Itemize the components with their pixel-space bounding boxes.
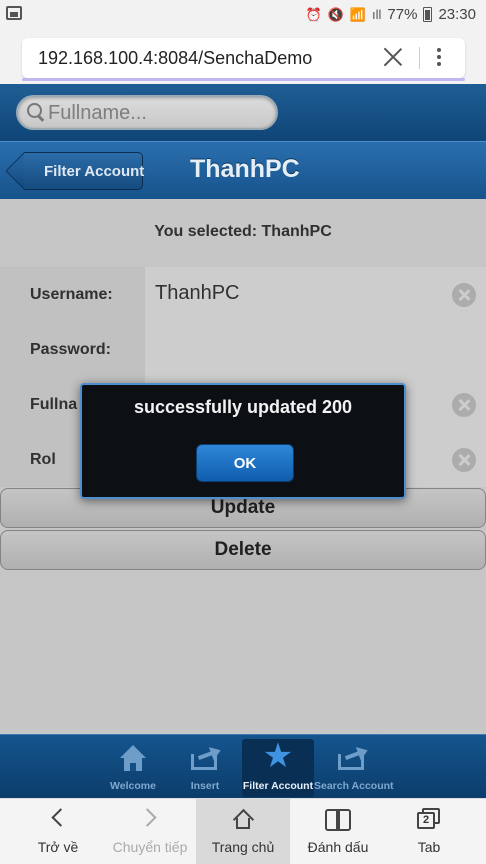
- signal-icon: ıll: [372, 7, 382, 22]
- tabs-icon: 2: [417, 808, 441, 830]
- close-icon[interactable]: [380, 44, 406, 70]
- alert-dialog: successfully updated 200 OK: [80, 383, 406, 499]
- home-icon: [118, 745, 148, 773]
- tab-label: Filter Account: [242, 780, 314, 792]
- home-icon: [232, 809, 254, 829]
- search-toolbar: [0, 84, 486, 141]
- image-notification-icon: [6, 6, 22, 20]
- alarm-icon: ⏰: [305, 6, 322, 22]
- battery-icon: [423, 7, 433, 22]
- status-bar: ⏰ 🔇 📶 ıll 77% 23:30: [0, 0, 486, 32]
- nav-back[interactable]: Trở về: [10, 799, 106, 864]
- nav-label: Trở về: [37, 839, 79, 855]
- wifi-icon: 📶: [349, 6, 367, 22]
- clock: 23:30: [438, 6, 476, 23]
- page-title: ThanhPC: [190, 155, 300, 183]
- browser-toolbar: 192.168.100.4:8084/SenchaDemo: [0, 32, 486, 84]
- tab-label: Search Account: [314, 780, 394, 792]
- share-icon: [337, 743, 371, 771]
- search-icon: [27, 103, 45, 121]
- back-button-label: Filter Account: [44, 163, 145, 180]
- browser-nav-bar: Trở về Chuyển tiếp Trang chủ Đánh dấu 2 …: [0, 798, 486, 864]
- search-field[interactable]: [16, 95, 278, 130]
- nav-bookmarks[interactable]: Đánh dấu: [290, 799, 386, 864]
- nav-label: Trang chủ: [211, 839, 275, 855]
- tab-count: 2: [417, 812, 435, 829]
- share-icon: [190, 743, 224, 771]
- mute-icon: 🔇: [327, 6, 344, 22]
- ok-button[interactable]: OK: [196, 444, 294, 482]
- tab-insert[interactable]: Insert: [178, 739, 232, 797]
- bookmark-icon: [325, 809, 351, 831]
- alert-message: successfully updated 200: [133, 397, 353, 417]
- star-icon: ★: [262, 737, 294, 775]
- back-icon: [51, 808, 70, 827]
- title-bar: Filter Account ThanhPC: [0, 141, 486, 199]
- address-bar[interactable]: 192.168.100.4:8084/SenchaDemo: [22, 38, 465, 78]
- app-tab-bar: Welcome Insert ★ Filter Account Search A…: [0, 734, 486, 798]
- divider: [419, 47, 420, 69]
- nav-label: Chuyển tiếp: [112, 839, 188, 855]
- tab-welcome[interactable]: Welcome: [104, 739, 162, 797]
- tab-label: Insert: [190, 780, 220, 792]
- battery-percent: 77%: [387, 6, 418, 23]
- nav-home[interactable]: Trang chủ: [196, 799, 290, 864]
- forward-icon: [138, 808, 157, 827]
- tab-label: Welcome: [110, 780, 156, 792]
- nav-label: Tab: [417, 839, 441, 855]
- status-icons: ⏰ 🔇 📶 ıll 77% 23:30: [305, 6, 476, 23]
- back-button-body: Filter Account: [24, 152, 145, 190]
- nav-forward[interactable]: Chuyển tiếp: [104, 799, 196, 864]
- back-button[interactable]: Filter Account: [5, 151, 145, 191]
- nav-tabs[interactable]: 2 Tab: [386, 799, 472, 864]
- url-text[interactable]: 192.168.100.4:8084/SenchaDemo: [38, 48, 312, 69]
- more-menu-icon[interactable]: [436, 48, 442, 68]
- tab-filter-account[interactable]: ★ Filter Account: [242, 739, 314, 797]
- search-input[interactable]: [48, 100, 268, 126]
- tab-search-account[interactable]: Search Account: [314, 739, 394, 797]
- nav-label: Đánh dấu: [307, 839, 369, 855]
- page-load-progress: [22, 78, 465, 81]
